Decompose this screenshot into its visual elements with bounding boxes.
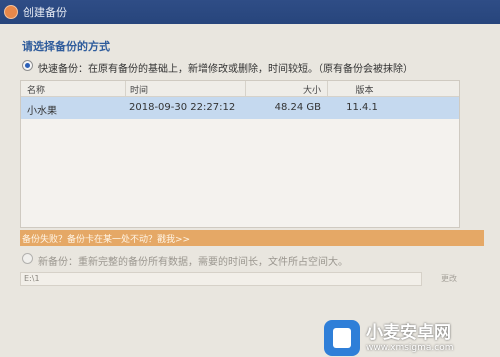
app-icon	[4, 5, 18, 19]
change-button[interactable]: 更改	[434, 272, 464, 286]
column-size[interactable]: 大小	[245, 81, 327, 97]
quick-backup-radio[interactable]	[22, 60, 33, 71]
dialog-content: 请选择备份的方式 快速备份：在原有备份的基础上，新增修改或删除，时间较短。（原有…	[14, 28, 486, 334]
backup-dialog: 创建备份 请选择备份的方式 快速备份：在原有备份的基础上，新增修改或删除，时间较…	[0, 0, 500, 357]
path-input[interactable]: E:\1	[20, 272, 422, 286]
new-backup-label[interactable]: 新备份：重新完整的备份所有数据，需要的时间长，文件所占空间大。	[38, 253, 348, 268]
column-version[interactable]: 版本	[327, 81, 397, 97]
title-bar[interactable]: 创建备份	[0, 0, 500, 24]
column-name[interactable]: 名称	[27, 83, 45, 96]
row-time: 2018-09-30 22:27:12	[129, 102, 236, 113]
help-link[interactable]: 备份失败？备份卡在某一处不动？戳我>>	[20, 230, 484, 246]
watermark-url: www.xmsigma.com	[366, 342, 454, 353]
window-title: 创建备份	[23, 6, 67, 19]
quick-backup-label[interactable]: 快速备份：在原有备份的基础上，新增修改或删除，时间较短。（原有备份会被抹除）	[38, 60, 413, 75]
row-size: 48.24 GB	[274, 102, 321, 113]
new-backup-radio[interactable]	[22, 253, 33, 264]
row-version: 11.4.1	[346, 102, 378, 113]
row-name: 小水果	[27, 106, 57, 117]
watermark-title: 小麦安卓网	[366, 322, 451, 343]
phone-icon	[324, 319, 360, 356]
table-header: 名称 时间 大小 版本	[21, 81, 459, 97]
column-time[interactable]: 时间	[125, 81, 245, 97]
watermark: 小麦安卓网 www.xmsigma.com	[324, 318, 500, 357]
backup-table: 名称 时间 大小 版本 小水果 2018-09-30 22:27:12 48.2…	[20, 80, 460, 228]
section-title: 请选择备份的方式	[22, 40, 110, 53]
table-row[interactable]: 小水果 2018-09-30 22:27:12 48.24 GB 11.4.1	[21, 97, 459, 119]
